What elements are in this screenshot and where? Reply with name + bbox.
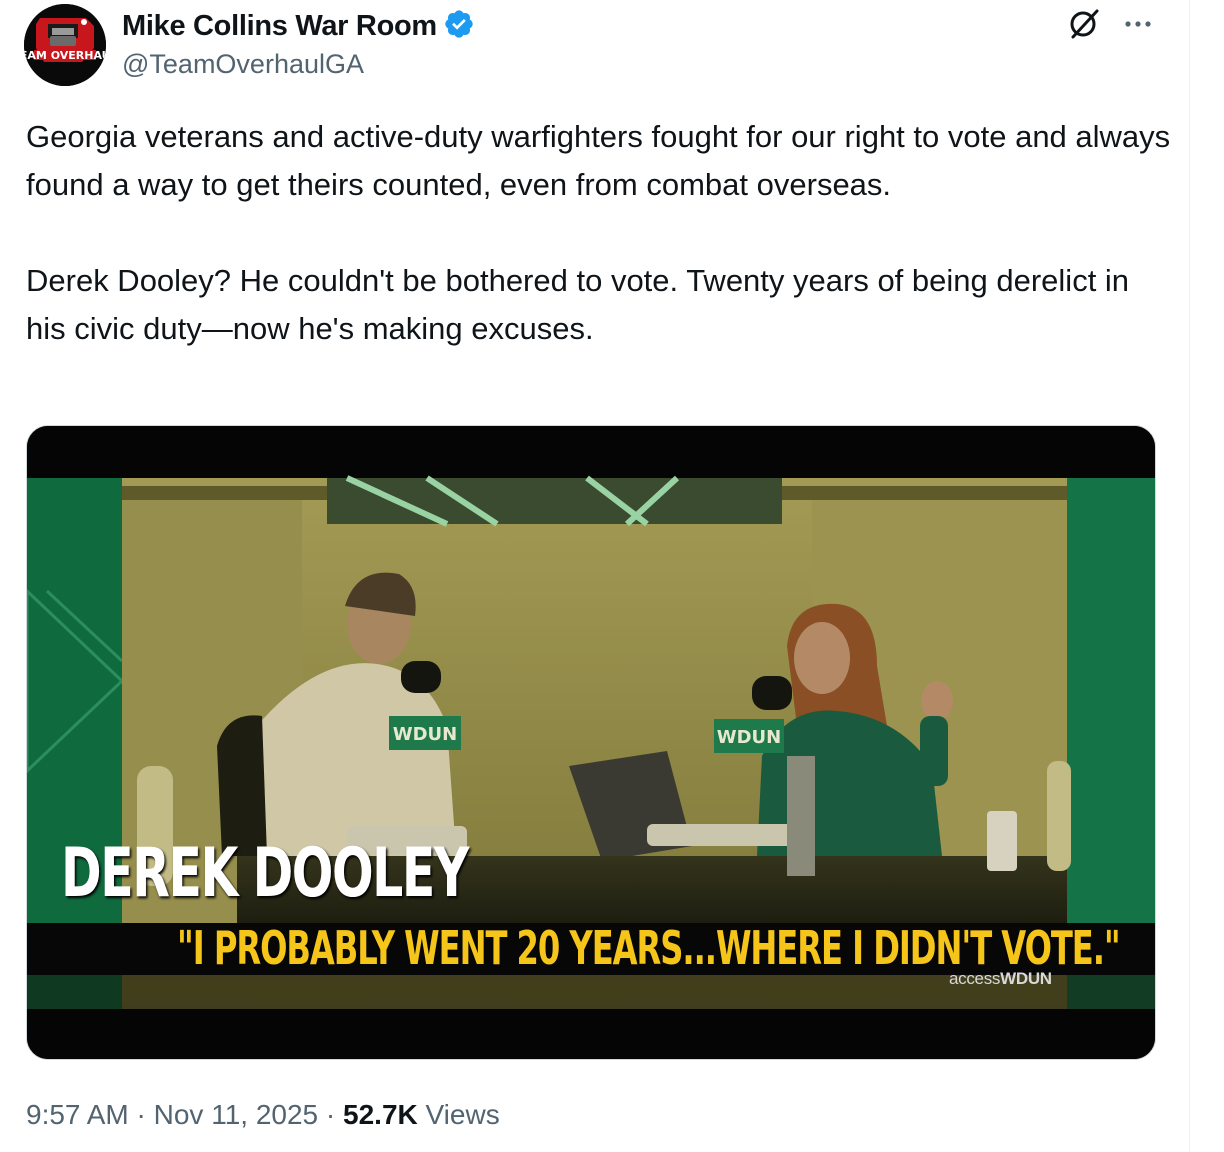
watermark-prefix: access (949, 969, 1001, 988)
video-overlay-name: DEREK DOOLEY (61, 834, 469, 913)
author-display-name[interactable]: Mike Collins War Room (122, 10, 437, 43)
timeline-border (1189, 0, 1190, 1152)
video-caption: "I PROBABLY WENT 20 YEARS...WHERE I DIDN… (177, 921, 1121, 975)
tweet-meta: 9:57 AM · Nov 11, 2025 · 52.7K Views (26, 1099, 500, 1131)
grok-slash-circle-icon[interactable] (1066, 5, 1102, 41)
verified-badge-icon (443, 8, 475, 45)
watermark-brand: WDUN (1000, 969, 1052, 988)
mic-flag-left: WDUN (393, 724, 457, 745)
team-overhaul-logo: TEAM OVERHAUL (24, 4, 106, 86)
video-player[interactable]: WDUN WDUN DEREK DOOLEY "I PROBABLY WENT … (26, 425, 1156, 1060)
author-avatar[interactable]: TEAM OVERHAUL (24, 4, 106, 86)
views-label[interactable]: Views (426, 1099, 500, 1130)
tweet-time[interactable]: 9:57 AM (26, 1099, 129, 1130)
more-dots-icon[interactable] (1120, 10, 1156, 38)
meta-separator-2: · (325, 1099, 336, 1130)
tweet-text: Georgia veterans and active-duty warfigh… (26, 119, 1171, 346)
mic-flag-right: WDUN (717, 727, 781, 748)
meta-separator: · (136, 1099, 146, 1130)
author-name-row[interactable]: Mike Collins War Room (122, 8, 475, 45)
video-watermark: accessWDUN (949, 969, 1052, 989)
avatar-logo-text: TEAM OVERHAUL (24, 49, 106, 62)
tweet-date[interactable]: Nov 11, 2025 (154, 1099, 319, 1130)
views-count[interactable]: 52.7K (343, 1099, 418, 1130)
author-handle[interactable]: @TeamOverhaulGA (122, 49, 364, 80)
